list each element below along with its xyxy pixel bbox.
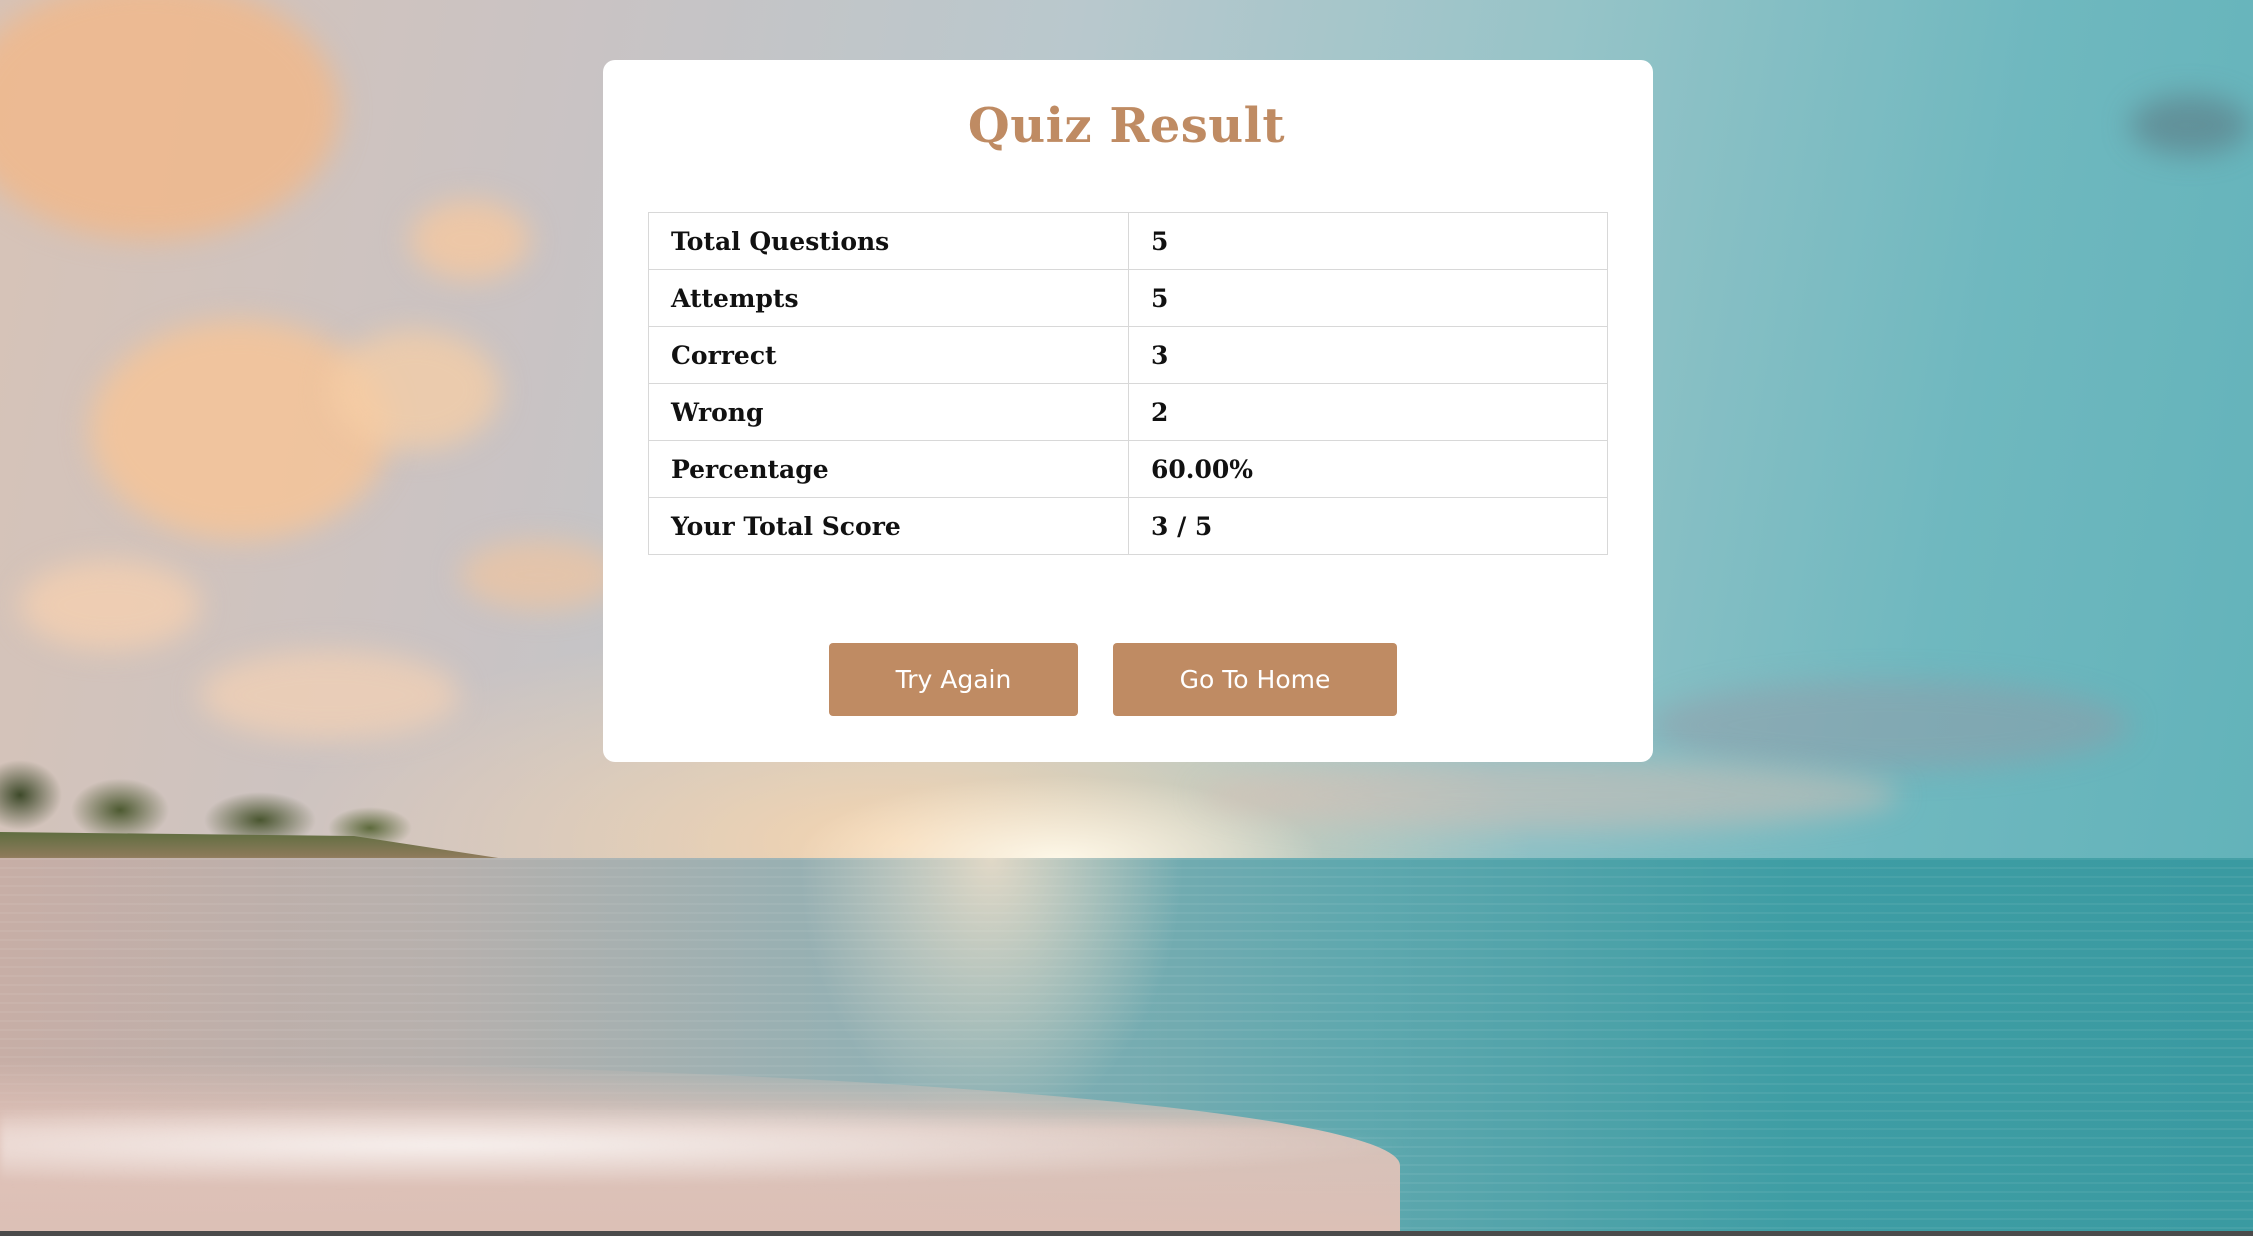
- palm-trees: [0, 700, 460, 850]
- cloud: [330, 330, 500, 450]
- cloud: [460, 540, 620, 610]
- wave-foam: [0, 1100, 1500, 1190]
- table-row: Wrong 2: [648, 383, 1608, 441]
- row-label: Percentage: [648, 440, 1129, 498]
- try-again-button[interactable]: Try Again: [829, 643, 1078, 716]
- table-row: Percentage 60.00%: [648, 440, 1608, 498]
- row-value: 2: [1128, 383, 1608, 441]
- cloud: [20, 560, 200, 650]
- row-label: Correct: [648, 326, 1129, 384]
- row-value: 3: [1128, 326, 1608, 384]
- row-value: 5: [1128, 212, 1608, 270]
- row-label: Your Total Score: [648, 497, 1129, 555]
- table-row: Correct 3: [648, 326, 1608, 384]
- row-value: 5: [1128, 269, 1608, 327]
- table-row: Attempts 5: [648, 269, 1608, 327]
- cloud: [1200, 760, 1900, 830]
- row-label: Attempts: [648, 269, 1129, 327]
- row-value: 60.00%: [1128, 440, 1608, 498]
- table-row: Your Total Score 3 / 5: [648, 497, 1608, 555]
- cloud: [1650, 680, 2130, 770]
- row-value: 3 / 5: [1128, 497, 1608, 555]
- row-label: Total Questions: [648, 212, 1129, 270]
- table-row: Total Questions 5: [648, 212, 1608, 270]
- row-label: Wrong: [648, 383, 1129, 441]
- result-table: Total Questions 5 Attempts 5 Correct 3 W…: [648, 212, 1608, 555]
- page-title: Quiz Result: [967, 98, 1286, 154]
- cloud: [90, 320, 390, 540]
- cloud: [410, 200, 530, 280]
- go-to-home-button[interactable]: Go To Home: [1113, 643, 1397, 716]
- bottom-edge: [0, 1231, 2253, 1236]
